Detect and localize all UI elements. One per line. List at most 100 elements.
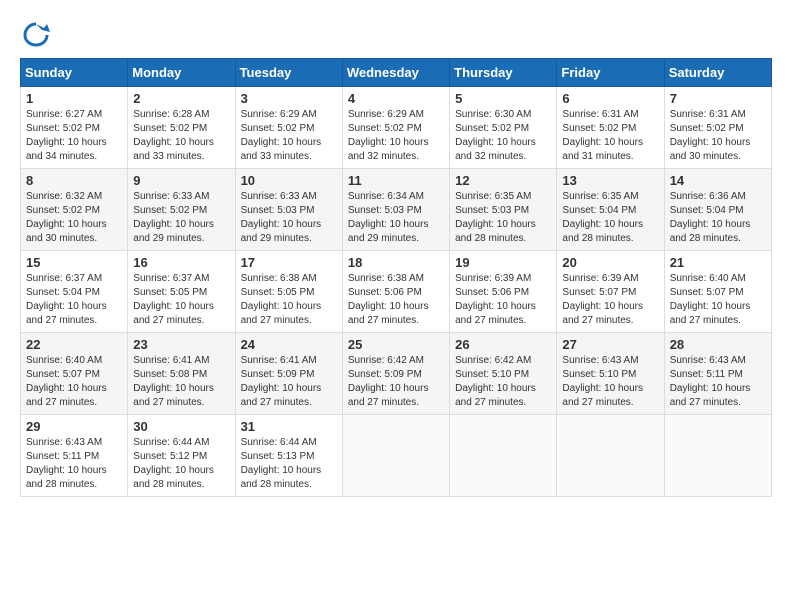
calendar-day-10: 10 Sunrise: 6:33 AM Sunset: 5:03 PM Dayl… <box>235 169 342 251</box>
day-number: 6 <box>562 91 658 106</box>
day-number: 4 <box>348 91 444 106</box>
calendar-week-1: 1 Sunrise: 6:27 AM Sunset: 5:02 PM Dayli… <box>21 87 772 169</box>
day-info: Sunrise: 6:44 AM Sunset: 5:12 PM Dayligh… <box>133 436 229 492</box>
calendar-day-27: 27 Sunrise: 6:43 AM Sunset: 5:10 PM Dayl… <box>557 333 664 415</box>
day-info: Sunrise: 6:39 AM Sunset: 5:07 PM Dayligh… <box>562 272 658 328</box>
calendar-day-4: 4 Sunrise: 6:29 AM Sunset: 5:02 PM Dayli… <box>342 87 449 169</box>
day-number: 31 <box>241 419 337 434</box>
calendar-day-17: 17 Sunrise: 6:38 AM Sunset: 5:05 PM Dayl… <box>235 251 342 333</box>
empty-cell <box>557 415 664 497</box>
calendar-day-29: 29 Sunrise: 6:43 AM Sunset: 5:11 PM Dayl… <box>21 415 128 497</box>
calendar-day-3: 3 Sunrise: 6:29 AM Sunset: 5:02 PM Dayli… <box>235 87 342 169</box>
day-number: 19 <box>455 255 551 270</box>
day-info: Sunrise: 6:31 AM Sunset: 5:02 PM Dayligh… <box>562 108 658 164</box>
day-number: 15 <box>26 255 122 270</box>
day-info: Sunrise: 6:43 AM Sunset: 5:11 PM Dayligh… <box>26 436 122 492</box>
weekday-header-tuesday: Tuesday <box>235 59 342 87</box>
day-number: 25 <box>348 337 444 352</box>
day-number: 1 <box>26 91 122 106</box>
weekday-header-thursday: Thursday <box>450 59 557 87</box>
calendar-day-19: 19 Sunrise: 6:39 AM Sunset: 5:06 PM Dayl… <box>450 251 557 333</box>
day-number: 30 <box>133 419 229 434</box>
day-number: 14 <box>670 173 766 188</box>
page-header <box>20 20 772 48</box>
day-number: 24 <box>241 337 337 352</box>
day-info: Sunrise: 6:42 AM Sunset: 5:10 PM Dayligh… <box>455 354 551 410</box>
day-info: Sunrise: 6:42 AM Sunset: 5:09 PM Dayligh… <box>348 354 444 410</box>
calendar-day-7: 7 Sunrise: 6:31 AM Sunset: 5:02 PM Dayli… <box>664 87 771 169</box>
calendar-day-11: 11 Sunrise: 6:34 AM Sunset: 5:03 PM Dayl… <box>342 169 449 251</box>
calendar-week-2: 8 Sunrise: 6:32 AM Sunset: 5:02 PM Dayli… <box>21 169 772 251</box>
calendar-day-12: 12 Sunrise: 6:35 AM Sunset: 5:03 PM Dayl… <box>450 169 557 251</box>
calendar-week-4: 22 Sunrise: 6:40 AM Sunset: 5:07 PM Dayl… <box>21 333 772 415</box>
empty-cell <box>450 415 557 497</box>
empty-cell <box>664 415 771 497</box>
weekday-header-saturday: Saturday <box>664 59 771 87</box>
day-info: Sunrise: 6:39 AM Sunset: 5:06 PM Dayligh… <box>455 272 551 328</box>
day-info: Sunrise: 6:27 AM Sunset: 5:02 PM Dayligh… <box>26 108 122 164</box>
empty-cell <box>342 415 449 497</box>
calendar-week-5: 29 Sunrise: 6:43 AM Sunset: 5:11 PM Dayl… <box>21 415 772 497</box>
calendar-day-24: 24 Sunrise: 6:41 AM Sunset: 5:09 PM Dayl… <box>235 333 342 415</box>
calendar-day-1: 1 Sunrise: 6:27 AM Sunset: 5:02 PM Dayli… <box>21 87 128 169</box>
day-info: Sunrise: 6:40 AM Sunset: 5:07 PM Dayligh… <box>26 354 122 410</box>
day-number: 18 <box>348 255 444 270</box>
day-info: Sunrise: 6:37 AM Sunset: 5:05 PM Dayligh… <box>133 272 229 328</box>
day-number: 7 <box>670 91 766 106</box>
day-number: 22 <box>26 337 122 352</box>
calendar-day-25: 25 Sunrise: 6:42 AM Sunset: 5:09 PM Dayl… <box>342 333 449 415</box>
calendar-day-6: 6 Sunrise: 6:31 AM Sunset: 5:02 PM Dayli… <box>557 87 664 169</box>
day-info: Sunrise: 6:29 AM Sunset: 5:02 PM Dayligh… <box>241 108 337 164</box>
day-number: 3 <box>241 91 337 106</box>
day-info: Sunrise: 6:41 AM Sunset: 5:09 PM Dayligh… <box>241 354 337 410</box>
day-number: 9 <box>133 173 229 188</box>
day-info: Sunrise: 6:28 AM Sunset: 5:02 PM Dayligh… <box>133 108 229 164</box>
calendar-day-14: 14 Sunrise: 6:36 AM Sunset: 5:04 PM Dayl… <box>664 169 771 251</box>
calendar-day-5: 5 Sunrise: 6:30 AM Sunset: 5:02 PM Dayli… <box>450 87 557 169</box>
calendar-day-8: 8 Sunrise: 6:32 AM Sunset: 5:02 PM Dayli… <box>21 169 128 251</box>
day-info: Sunrise: 6:43 AM Sunset: 5:11 PM Dayligh… <box>670 354 766 410</box>
logo <box>20 20 50 48</box>
day-info: Sunrise: 6:30 AM Sunset: 5:02 PM Dayligh… <box>455 108 551 164</box>
day-number: 12 <box>455 173 551 188</box>
day-info: Sunrise: 6:41 AM Sunset: 5:08 PM Dayligh… <box>133 354 229 410</box>
day-number: 13 <box>562 173 658 188</box>
day-number: 21 <box>670 255 766 270</box>
calendar-week-3: 15 Sunrise: 6:37 AM Sunset: 5:04 PM Dayl… <box>21 251 772 333</box>
day-number: 29 <box>26 419 122 434</box>
calendar-day-13: 13 Sunrise: 6:35 AM Sunset: 5:04 PM Dayl… <box>557 169 664 251</box>
calendar-day-22: 22 Sunrise: 6:40 AM Sunset: 5:07 PM Dayl… <box>21 333 128 415</box>
calendar-table: SundayMondayTuesdayWednesdayThursdayFrid… <box>20 58 772 497</box>
calendar-day-16: 16 Sunrise: 6:37 AM Sunset: 5:05 PM Dayl… <box>128 251 235 333</box>
day-number: 23 <box>133 337 229 352</box>
day-number: 27 <box>562 337 658 352</box>
calendar-day-31: 31 Sunrise: 6:44 AM Sunset: 5:13 PM Dayl… <box>235 415 342 497</box>
day-number: 16 <box>133 255 229 270</box>
day-info: Sunrise: 6:36 AM Sunset: 5:04 PM Dayligh… <box>670 190 766 246</box>
weekday-header-sunday: Sunday <box>21 59 128 87</box>
weekday-header-monday: Monday <box>128 59 235 87</box>
calendar-day-21: 21 Sunrise: 6:40 AM Sunset: 5:07 PM Dayl… <box>664 251 771 333</box>
weekday-header-wednesday: Wednesday <box>342 59 449 87</box>
day-number: 20 <box>562 255 658 270</box>
day-info: Sunrise: 6:29 AM Sunset: 5:02 PM Dayligh… <box>348 108 444 164</box>
day-info: Sunrise: 6:35 AM Sunset: 5:03 PM Dayligh… <box>455 190 551 246</box>
calendar-day-26: 26 Sunrise: 6:42 AM Sunset: 5:10 PM Dayl… <box>450 333 557 415</box>
day-number: 17 <box>241 255 337 270</box>
day-info: Sunrise: 6:44 AM Sunset: 5:13 PM Dayligh… <box>241 436 337 492</box>
day-info: Sunrise: 6:38 AM Sunset: 5:05 PM Dayligh… <box>241 272 337 328</box>
calendar-day-15: 15 Sunrise: 6:37 AM Sunset: 5:04 PM Dayl… <box>21 251 128 333</box>
calendar-header-row: SundayMondayTuesdayWednesdayThursdayFrid… <box>21 59 772 87</box>
day-info: Sunrise: 6:38 AM Sunset: 5:06 PM Dayligh… <box>348 272 444 328</box>
day-info: Sunrise: 6:32 AM Sunset: 5:02 PM Dayligh… <box>26 190 122 246</box>
day-number: 10 <box>241 173 337 188</box>
logo-icon <box>22 20 50 48</box>
day-info: Sunrise: 6:35 AM Sunset: 5:04 PM Dayligh… <box>562 190 658 246</box>
day-info: Sunrise: 6:40 AM Sunset: 5:07 PM Dayligh… <box>670 272 766 328</box>
calendar-day-28: 28 Sunrise: 6:43 AM Sunset: 5:11 PM Dayl… <box>664 333 771 415</box>
day-number: 2 <box>133 91 229 106</box>
day-info: Sunrise: 6:33 AM Sunset: 5:02 PM Dayligh… <box>133 190 229 246</box>
day-number: 5 <box>455 91 551 106</box>
calendar-day-20: 20 Sunrise: 6:39 AM Sunset: 5:07 PM Dayl… <box>557 251 664 333</box>
calendar-day-18: 18 Sunrise: 6:38 AM Sunset: 5:06 PM Dayl… <box>342 251 449 333</box>
